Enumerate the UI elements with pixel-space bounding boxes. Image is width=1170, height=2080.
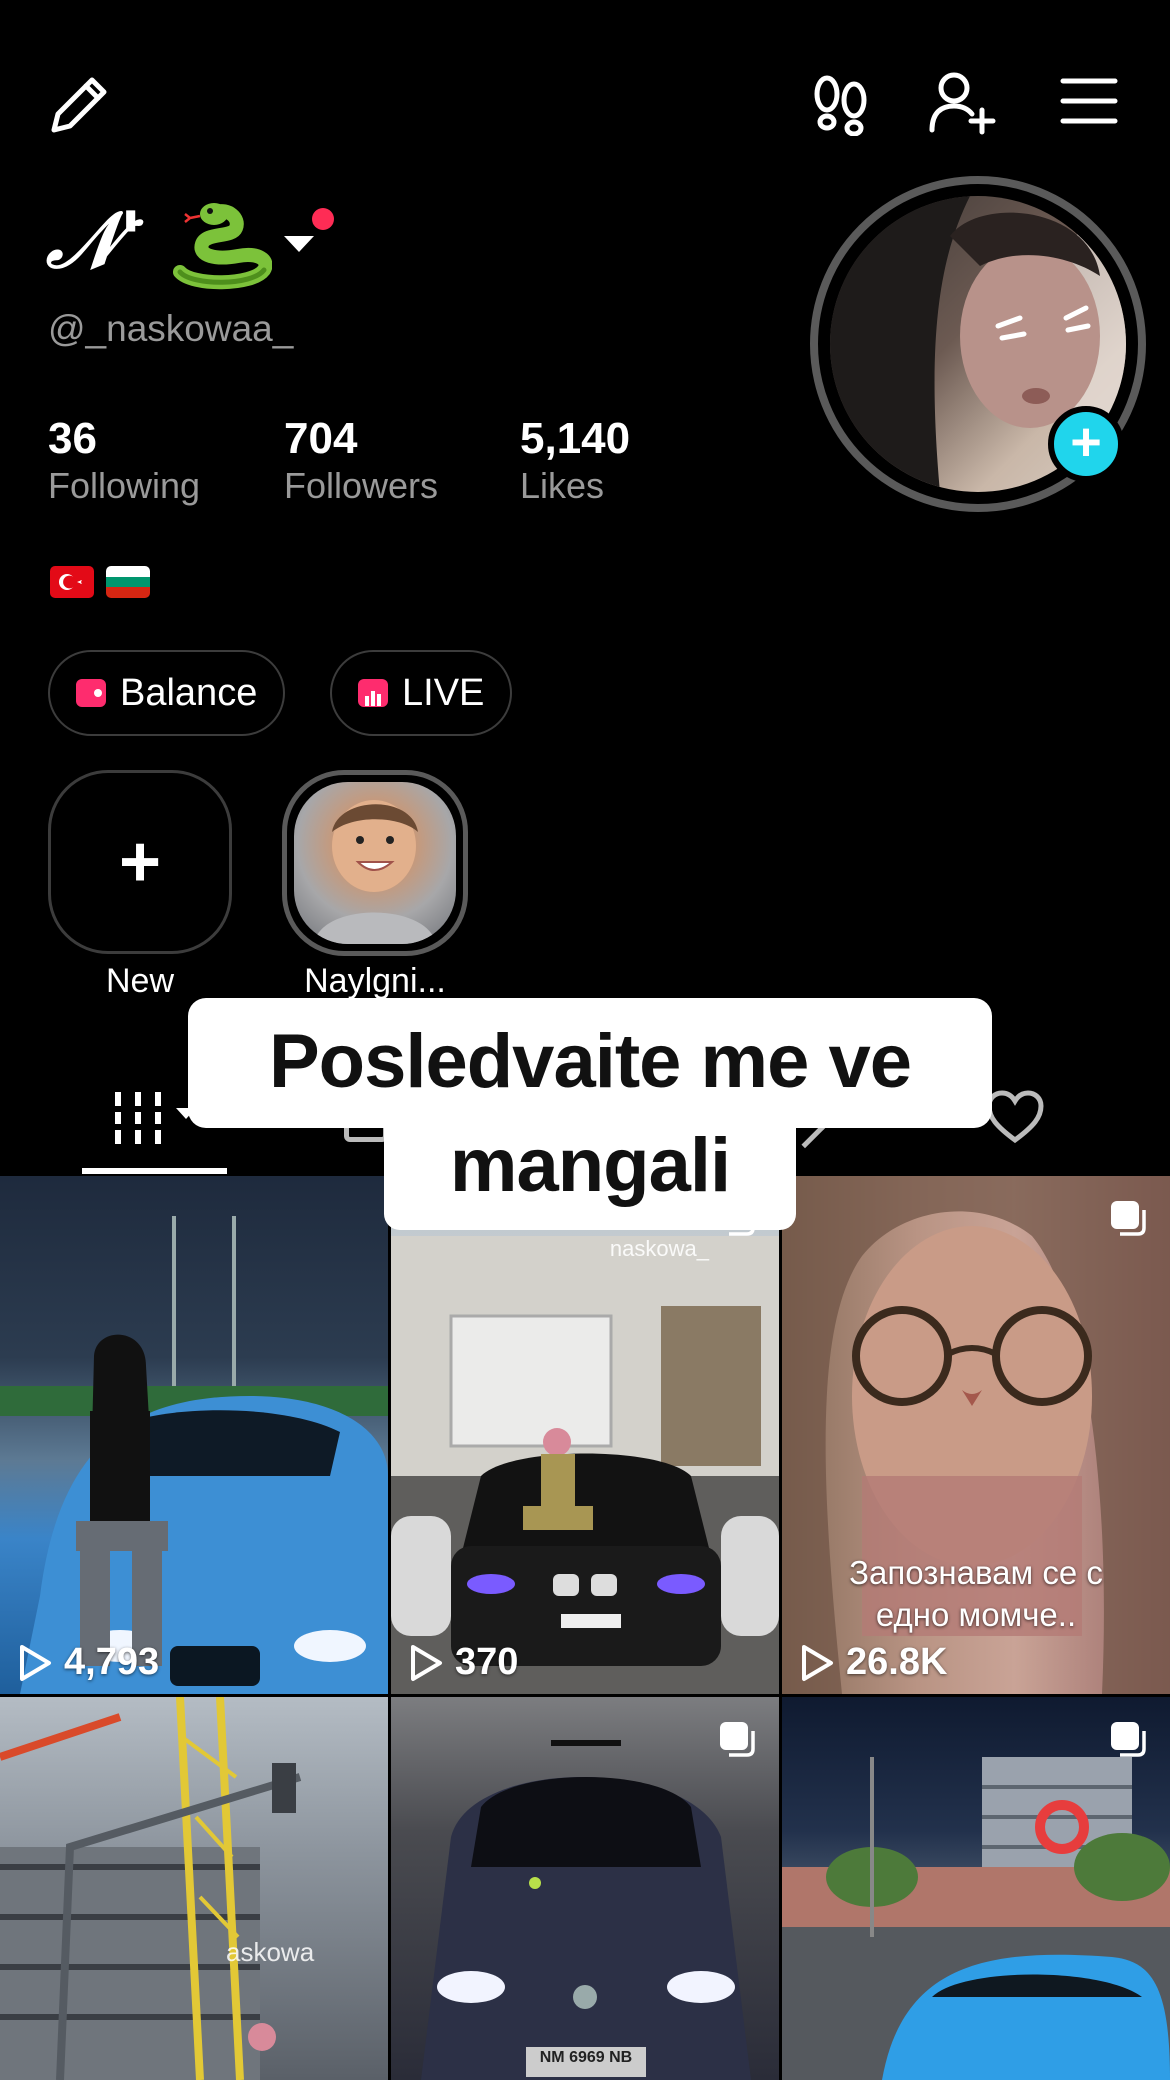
plus-icon: + xyxy=(118,822,162,902)
new-highlight-label: New xyxy=(105,962,175,1000)
multi-photo-icon xyxy=(720,1722,755,1757)
account-switch-chevron-icon[interactable] xyxy=(284,236,314,252)
multi-photo-icon xyxy=(1111,1201,1146,1236)
video-tile[interactable]: NM 6969 NB xyxy=(391,1697,779,2080)
view-count-value: 370 xyxy=(455,1641,519,1683)
video-tile[interactable]: Запознавам се с едно момче.. 26.8K xyxy=(782,1176,1170,1694)
footprints-icon[interactable] xyxy=(810,72,872,137)
notification-dot xyxy=(312,208,334,230)
live-studio-icon xyxy=(358,679,388,707)
stat-likes[interactable]: 5,140 Likes xyxy=(520,414,630,508)
live-label: LIVE xyxy=(402,671,485,714)
balance-button[interactable]: Balance xyxy=(48,650,286,736)
view-count-value: 4,793 xyxy=(64,1641,160,1683)
videos-grid-tab-icon[interactable] xyxy=(110,1090,170,1146)
liked-videos-tab-heart-icon[interactable] xyxy=(986,1090,1044,1144)
video-tile[interactable]: naskowa_ 370 xyxy=(391,1176,779,1694)
play-icon xyxy=(411,1644,442,1681)
view-count: 370 xyxy=(409,1641,518,1684)
play-icon xyxy=(20,1644,51,1681)
snake-emoji-icon xyxy=(172,200,273,290)
video-tile[interactable] xyxy=(782,1697,1170,2080)
turkey-flag-icon xyxy=(50,566,94,598)
story-highlight-thumbnail[interactable] xyxy=(294,782,456,944)
live-button[interactable]: LIVE xyxy=(330,650,513,736)
play-icon xyxy=(802,1644,833,1681)
video-tile[interactable]: 4,793 xyxy=(0,1176,388,1694)
video-watermark: naskowa_ xyxy=(609,1236,709,1261)
view-count: 26.8K xyxy=(800,1641,947,1684)
license-plate: NM 6969 NB xyxy=(539,2049,633,2066)
view-count-value: 26.8K xyxy=(846,1641,948,1683)
video-caption-line: Запознавам се с xyxy=(849,1554,1103,1591)
caption-overlay-line2: mangali xyxy=(384,1110,796,1230)
stat-value: 704 xyxy=(284,414,358,463)
stat-value: 36 xyxy=(48,414,97,463)
stat-following[interactable]: 36 Following xyxy=(48,414,200,508)
profile-page: 𝒩' @_naskowaa_ + 36 Following 704 Follow… xyxy=(0,0,1170,2080)
view-count: 4,793 xyxy=(18,1641,159,1684)
stat-label: Likes xyxy=(520,465,605,506)
add-story-plus-button[interactable]: + xyxy=(1048,406,1124,482)
hamburger-menu-icon[interactable] xyxy=(1060,76,1118,126)
active-tab-indicator xyxy=(82,1168,227,1174)
video-caption-line: едно момче.. xyxy=(875,1596,1077,1633)
stat-label: Followers xyxy=(284,465,439,506)
wallet-icon xyxy=(76,679,106,707)
bulgaria-flag-icon xyxy=(106,566,150,598)
balance-label: Balance xyxy=(120,671,258,714)
video-watermark: askowa xyxy=(226,1937,315,1967)
add-user-icon[interactable] xyxy=(928,70,998,136)
caption-overlay-line1: Posledvaite me ve xyxy=(188,998,992,1128)
story-highlight-label: Naylgni... xyxy=(304,962,446,1000)
pencil-icon[interactable] xyxy=(48,72,112,136)
stat-label: Following xyxy=(48,465,201,506)
stat-followers[interactable]: 704 Followers xyxy=(284,414,438,508)
username: @_naskowaa_ xyxy=(48,308,294,349)
video-tile[interactable]: askowa xyxy=(0,1697,388,2080)
new-highlight-button[interactable]: + xyxy=(48,770,232,954)
display-name[interactable]: 𝒩' xyxy=(46,196,143,286)
multi-photo-icon xyxy=(1111,1722,1146,1757)
stat-value: 5,140 xyxy=(520,414,631,463)
